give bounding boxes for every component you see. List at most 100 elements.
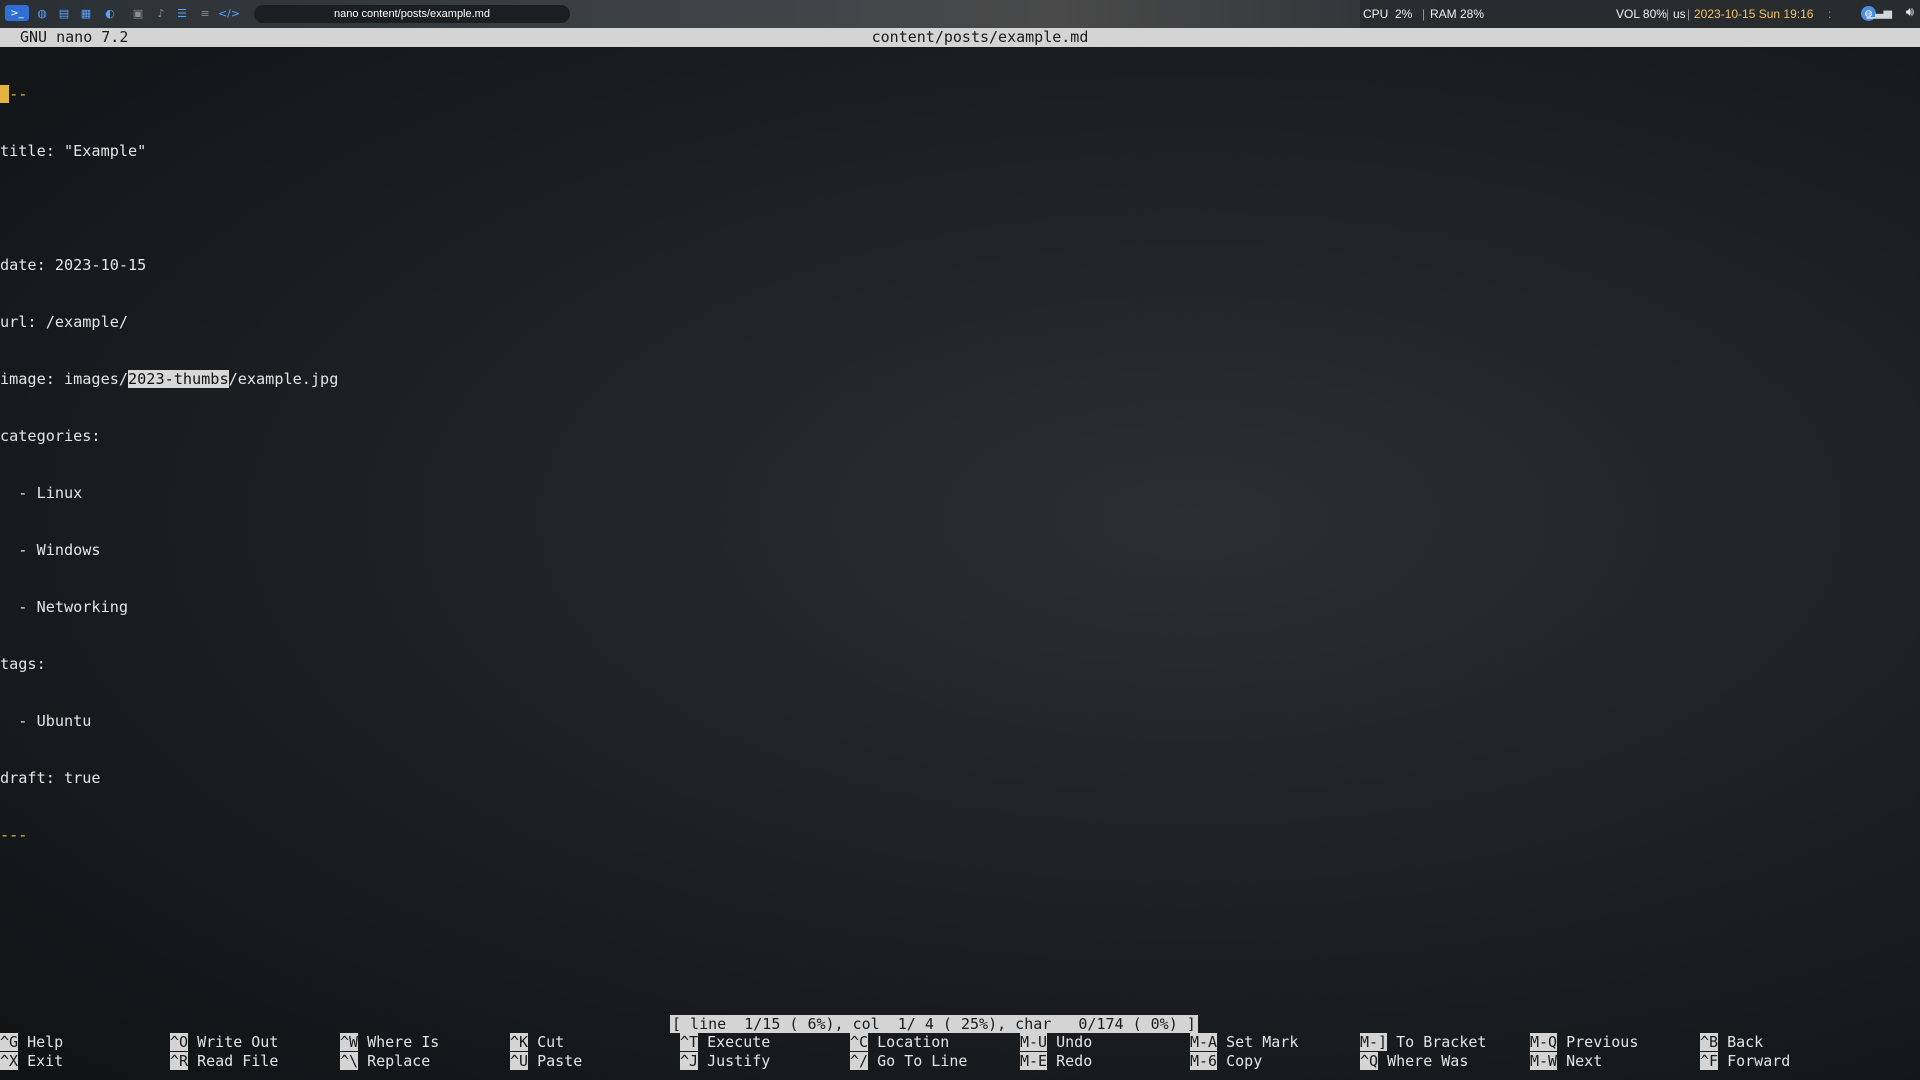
shortcut-label: Help	[18, 1033, 64, 1051]
editor-line[interactable]: - Linux	[0, 484, 1920, 503]
separator: |	[1666, 7, 1670, 21]
shortcut-help[interactable]: ^G Help	[0, 1033, 63, 1052]
shortcut-key: ^B	[1700, 1033, 1719, 1051]
shortcut-exit[interactable]: ^X Exit	[0, 1052, 63, 1071]
shortcut-label: Undo	[1047, 1033, 1093, 1051]
shortcut-key: ^F	[1700, 1052, 1719, 1070]
shortcut-label: Set Mark	[1217, 1033, 1299, 1051]
shortcut-write-out[interactable]: ^O Write Out	[170, 1033, 278, 1052]
shortcut-undo[interactable]: M-U Undo	[1020, 1033, 1092, 1052]
shortcut-replace[interactable]: ^\ Replace	[340, 1052, 430, 1071]
signal-icon[interactable]: ▁▃▅	[1867, 6, 1892, 19]
cursor-position-status: [ line 1/15 ( 6%), col 1/ 4 ( 25%), char…	[670, 1015, 1198, 1033]
shortcut-label: Justify	[698, 1052, 771, 1070]
shortcut-next[interactable]: M-W Next	[1530, 1052, 1602, 1071]
editor-line[interactable]: categories:	[0, 427, 1920, 446]
shortcut-key: ^W	[340, 1033, 359, 1051]
editor-line[interactable]: url: /example/	[0, 313, 1920, 332]
editor-line[interactable]: title: "Example"	[0, 142, 1920, 161]
shortcut-key: ^G	[0, 1033, 19, 1051]
file-name: content/posts/example.md	[871, 28, 1089, 46]
image-icon[interactable]: ▣	[130, 5, 146, 21]
globe-icon[interactable]: ◍	[34, 5, 50, 21]
top-panel: >_ ◍ ▤ ▦ ◐ ▣ ♪ ☰ ≡ </> nano content/post…	[0, 0, 1920, 28]
shortcut-previous[interactable]: M-Q Previous	[1530, 1033, 1638, 1052]
files-icon[interactable]: ▤	[56, 5, 72, 21]
shortcut-label: Execute	[698, 1033, 771, 1051]
shortcut-key: M-6	[1190, 1052, 1218, 1070]
shortcut-label: Replace	[358, 1052, 431, 1070]
shortcut-paste[interactable]: ^U Paste	[510, 1052, 582, 1071]
image-path-rest: /example.jpg	[228, 370, 339, 388]
shortcut-label: Next	[1557, 1052, 1603, 1070]
shortcut-redo[interactable]: M-E Redo	[1020, 1052, 1092, 1071]
shortcut-key: ^R	[170, 1052, 189, 1070]
shortcut-where-is[interactable]: ^W Where Is	[340, 1033, 439, 1052]
clock[interactable]: 2023-10-15 Sun 19:16	[1694, 7, 1813, 21]
shortcut-where-was[interactable]: ^Q Where Was	[1360, 1052, 1468, 1071]
shortcut-key: ^U	[510, 1052, 529, 1070]
shortcut-label: Copy	[1217, 1052, 1263, 1070]
shortcut-key: ^Q	[1360, 1052, 1379, 1070]
editor-area[interactable]: --- title: "Example" date: 2023-10-15 ur…	[0, 47, 1920, 864]
shortcut-to-bracket[interactable]: M-] To Bracket	[1360, 1033, 1486, 1052]
editor-line[interactable]: date: 2023-10-15	[0, 256, 1920, 275]
shortcut-cut[interactable]: ^K Cut	[510, 1033, 564, 1052]
shortcut-key: M-Q	[1530, 1033, 1558, 1051]
shortcut-key: ^J	[680, 1052, 699, 1070]
editor-line[interactable]: tags:	[0, 655, 1920, 674]
shortcut-back[interactable]: ^B Back	[1700, 1033, 1763, 1052]
front-matter-delimiter[interactable]: ---	[0, 826, 1920, 845]
code-icon[interactable]: </>	[218, 5, 240, 21]
shortcut-key: M-U	[1020, 1033, 1048, 1051]
editor-line[interactable]: - Networking	[0, 598, 1920, 617]
terminal-icon[interactable]: >_	[5, 5, 29, 21]
cpu-indicator: CPU 2%	[1363, 7, 1413, 21]
shortcut-key: ^C	[850, 1033, 869, 1051]
front-matter-delimiter[interactable]: ---	[0, 85, 1920, 104]
shortcut-location[interactable]: ^C Location	[850, 1033, 949, 1052]
shortcut-label: Redo	[1047, 1052, 1093, 1070]
ram-indicator: RAM 28%	[1430, 7, 1485, 21]
panel-icon[interactable]: ☰	[174, 5, 190, 21]
shortcut-justify[interactable]: ^J Justify	[680, 1052, 770, 1071]
editor-line-image[interactable]: image: images/2023-thumbs/example.jpg	[0, 370, 1920, 389]
shortcut-key: M-A	[1190, 1033, 1218, 1051]
layout-icon[interactable]: ≡	[197, 5, 213, 21]
editor-line[interactable]	[0, 199, 1920, 218]
volume-indicator[interactable]: VOL 80%	[1616, 7, 1667, 21]
shortcut-label: Exit	[18, 1052, 64, 1070]
shortcut-label: Back	[1718, 1033, 1764, 1051]
shortcut-label: Read File	[188, 1052, 279, 1070]
shortcut-execute[interactable]: ^T Execute	[680, 1033, 770, 1052]
shortcut-label: To Bracket	[1387, 1033, 1487, 1051]
shortcut-label: Previous	[1557, 1033, 1639, 1051]
keyboard-layout[interactable]: us	[1673, 7, 1686, 21]
shortcut-set-mark[interactable]: M-A Set Mark	[1190, 1033, 1298, 1052]
apps-icon[interactable]: ▦	[78, 5, 94, 21]
shortcut-key: ^T	[680, 1033, 699, 1051]
shortcut-go-to-line[interactable]: ^/ Go To Line	[850, 1052, 967, 1071]
editor-line[interactable]: - Ubuntu	[0, 712, 1920, 731]
shortcut-key: ^X	[0, 1052, 19, 1070]
shortcut-label: Where Was	[1378, 1052, 1469, 1070]
active-window-title[interactable]: nano content/posts/example.md	[254, 5, 570, 23]
shortcut-read-file[interactable]: ^R Read File	[170, 1052, 278, 1071]
shortcut-key: ^\	[340, 1052, 359, 1070]
volume-icon[interactable]: 🔊︎	[1906, 5, 1914, 20]
shortcut-key: M-]	[1360, 1033, 1388, 1051]
shortcut-copy[interactable]: M-6 Copy	[1190, 1052, 1262, 1071]
microphone-icon[interactable]: ♪	[153, 5, 169, 21]
separator: |	[1422, 7, 1426, 21]
gamepad-icon[interactable]: ◐	[102, 5, 118, 21]
shortcut-label: Cut	[528, 1033, 565, 1051]
image-key: image: images/	[0, 370, 129, 388]
shortcut-forward[interactable]: ^F Forward	[1700, 1052, 1790, 1071]
status-area: CPU 2% | RAM 28% VOL 80% | us | 2023-10-…	[1360, 0, 1920, 28]
nano-title-bar: GNU nano 7.2 content/posts/example.md	[0, 28, 1920, 47]
separator: |	[1687, 7, 1691, 21]
shortcut-key: ^/	[850, 1052, 869, 1070]
shortcut-label: Location	[868, 1033, 950, 1051]
editor-line[interactable]: - Windows	[0, 541, 1920, 560]
editor-line[interactable]: draft: true	[0, 769, 1920, 788]
